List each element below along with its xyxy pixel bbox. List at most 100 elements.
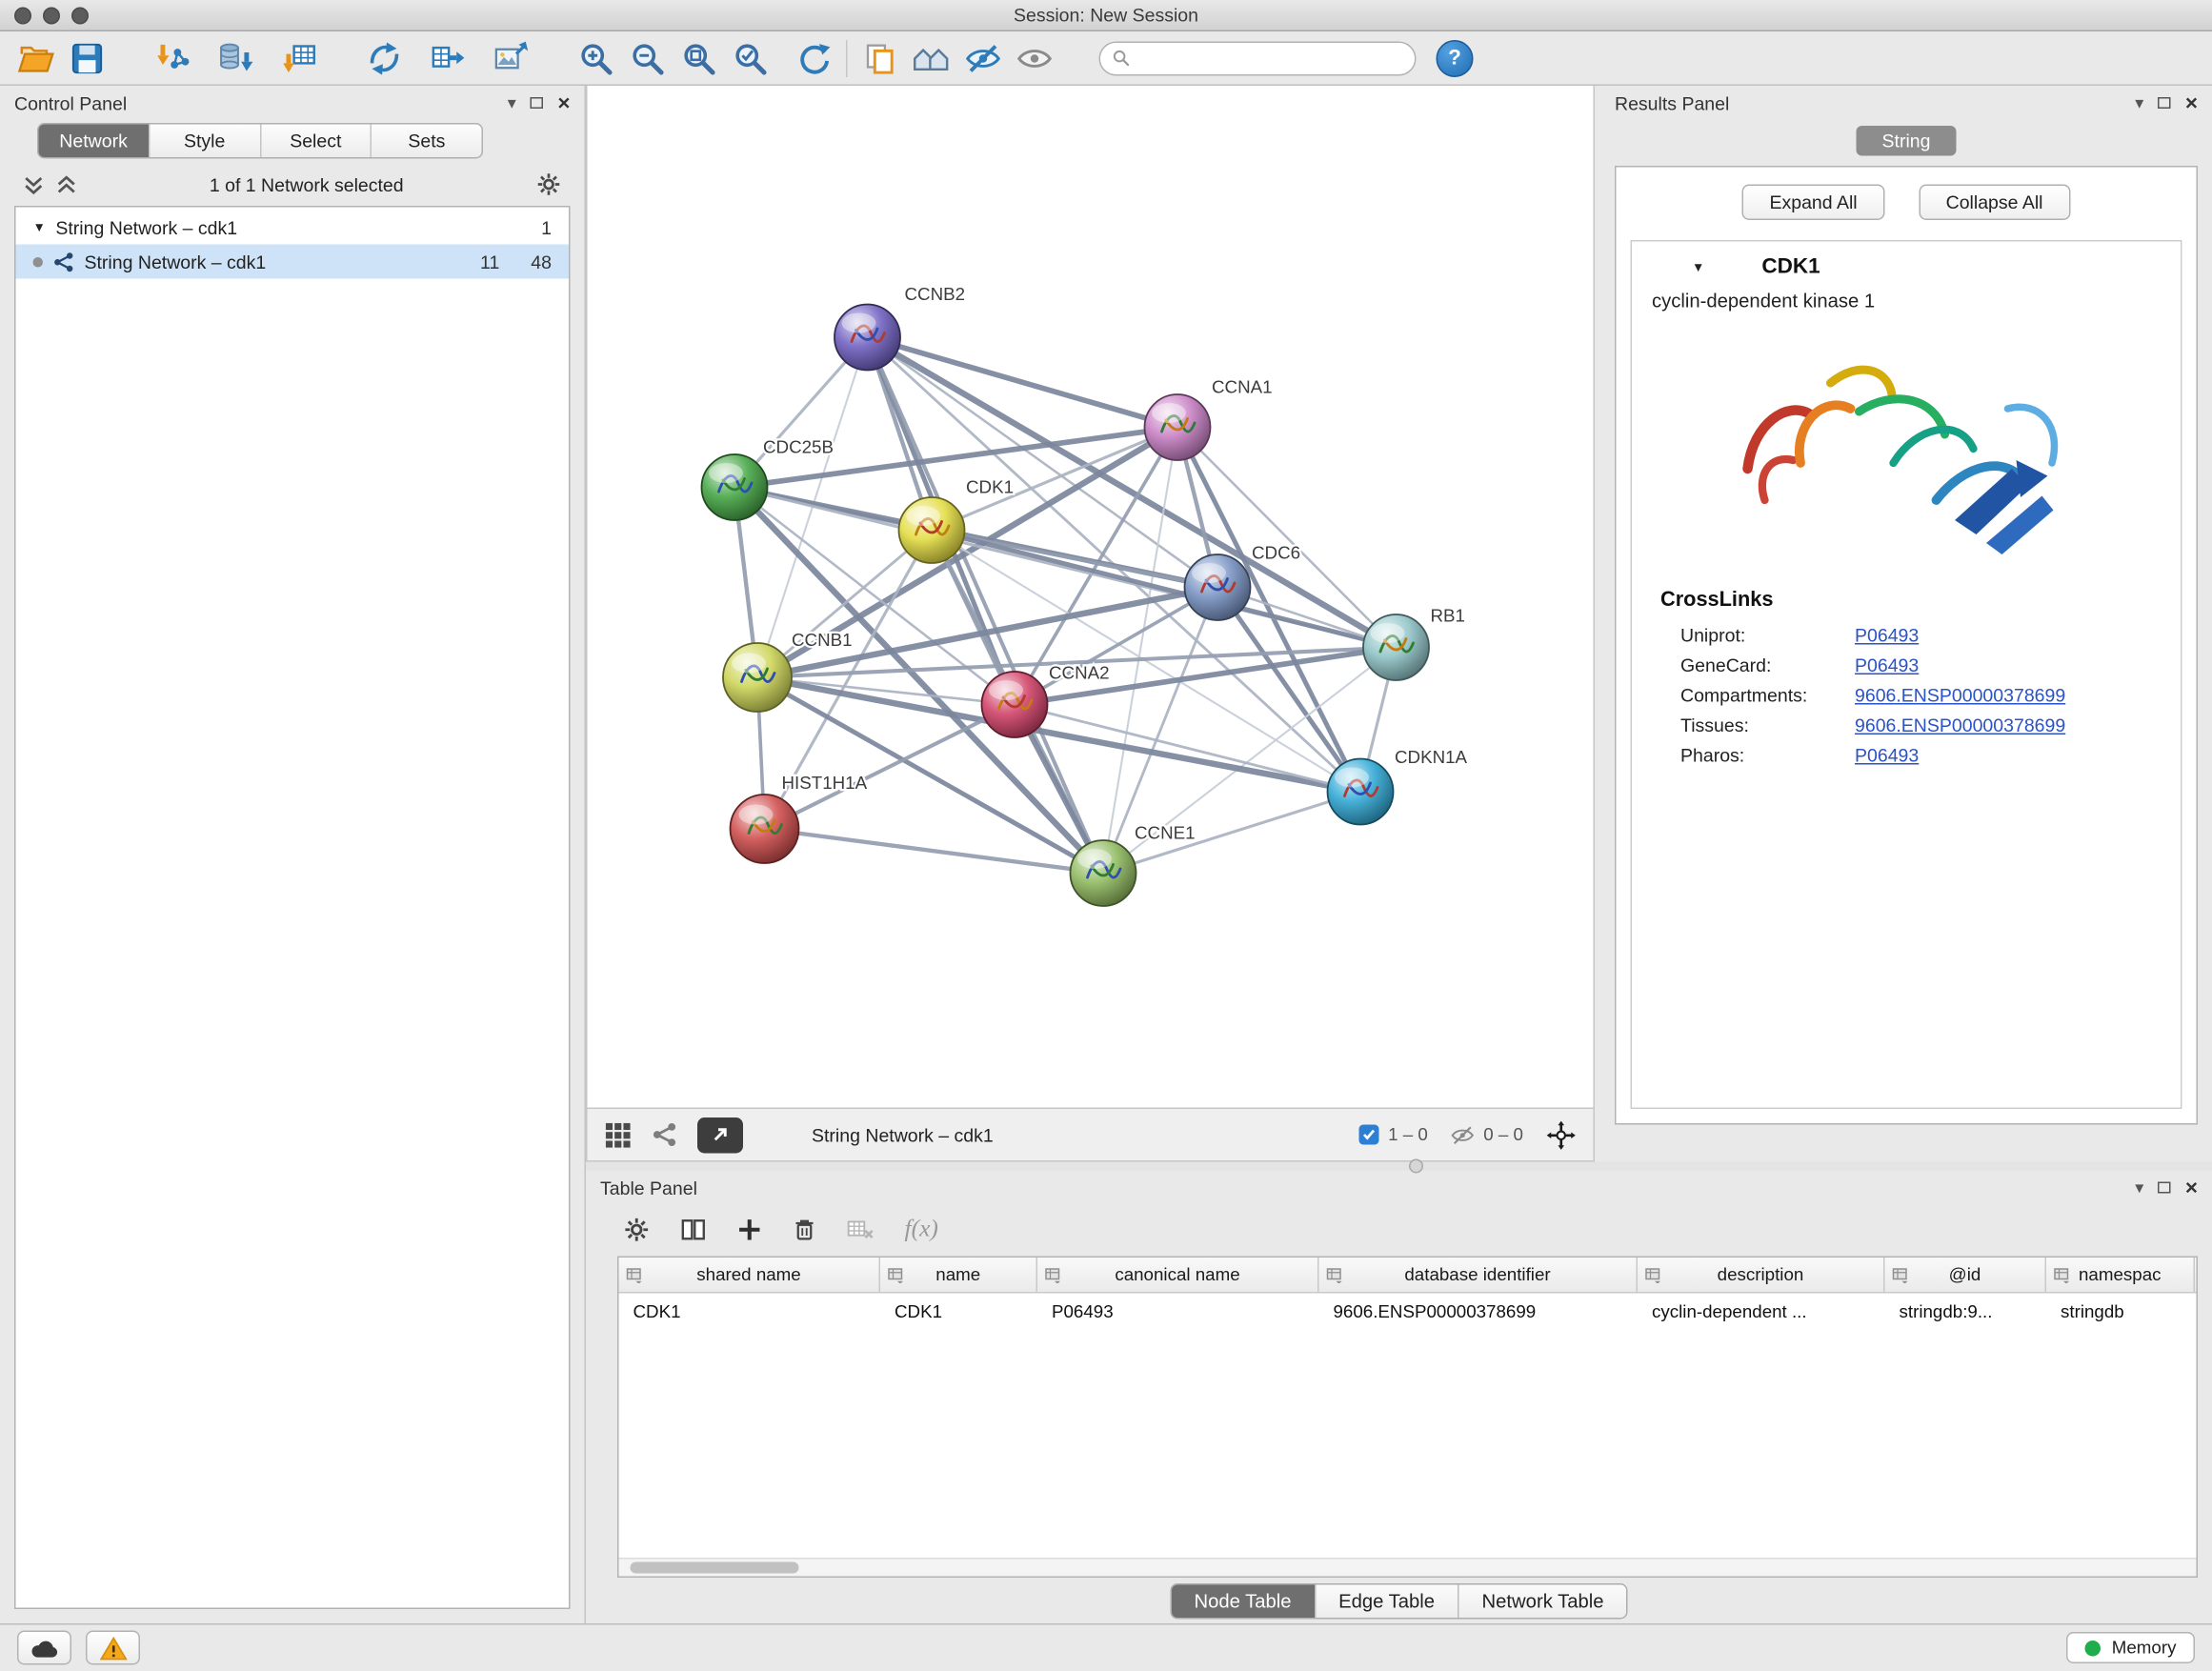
open-in-browser-button[interactable]	[697, 1117, 743, 1153]
table-gear-icon[interactable]	[623, 1216, 651, 1243]
panel-float-icon[interactable]	[2158, 1182, 2171, 1194]
gear-icon[interactable]	[536, 171, 562, 197]
network-node-CCNE1[interactable]: CCNE1	[1071, 823, 1196, 907]
split-columns-icon[interactable]	[679, 1216, 708, 1243]
column-header-shared-name[interactable]: shared name	[619, 1258, 881, 1292]
close-window-button[interactable]	[14, 8, 31, 25]
protein-description: cyclin-dependent kinase 1	[1632, 291, 2181, 312]
network-edge-HIST1H1A-CCNE1[interactable]	[765, 829, 1104, 874]
network-edge-CCNB2-RB1[interactable]	[868, 337, 1397, 648]
tab-style[interactable]: Style	[150, 125, 261, 158]
column-header-namespac[interactable]: namespac	[2046, 1258, 2195, 1292]
panel-menu-icon[interactable]: ▾	[2135, 94, 2143, 111]
panel-menu-icon[interactable]: ▾	[508, 94, 516, 111]
network-node-HIST1H1A[interactable]: HIST1H1A	[731, 773, 868, 863]
share-network-icon[interactable]	[652, 1122, 677, 1148]
clone-network-icon[interactable]	[363, 36, 406, 79]
crosslink-link[interactable]: P06493	[1855, 745, 1919, 767]
column-header--id[interactable]: @id	[1885, 1258, 2047, 1292]
expand-all-icon[interactable]	[56, 173, 78, 195]
panel-float-icon[interactable]	[531, 97, 544, 109]
tab-node-table[interactable]: Node Table	[1171, 1584, 1316, 1618]
tree-expand-icon[interactable]: ▼	[33, 220, 46, 234]
tab-network-table[interactable]: Network Table	[1459, 1584, 1627, 1618]
minimize-window-button[interactable]	[43, 8, 60, 25]
selection-checkbox-icon[interactable]	[1359, 1125, 1379, 1145]
maximize-window-button[interactable]	[71, 8, 89, 25]
network-title: String Network – cdk1	[812, 1124, 994, 1146]
tab-select[interactable]: Select	[261, 125, 372, 158]
network-node-CCNB1[interactable]: CCNB1	[723, 630, 853, 712]
search-input[interactable]	[1139, 48, 1404, 68]
collapse-all-button[interactable]: Collapse All	[1919, 185, 2070, 221]
import-network-database-icon[interactable]	[214, 36, 257, 79]
crosslink-link[interactable]: 9606.ENSP00000378699	[1855, 685, 2065, 707]
network-node-CCNA2[interactable]: CCNA2	[982, 663, 1110, 738]
zoom-out-icon[interactable]	[626, 36, 669, 79]
pan-crosshair-icon[interactable]	[1546, 1119, 1577, 1150]
network-collection-row[interactable]: ▼ String Network – cdk1 1	[16, 211, 570, 245]
zoom-in-icon[interactable]	[574, 36, 617, 79]
splitter-knob[interactable]	[1409, 1159, 1423, 1174]
tab-edge-table[interactable]: Edge Table	[1316, 1584, 1458, 1618]
refresh-view-icon[interactable]	[792, 36, 835, 79]
collapse-section-icon[interactable]: ▼	[1692, 259, 1704, 273]
network-row[interactable]: String Network – cdk1 11 48	[16, 245, 570, 279]
collapse-all-icon[interactable]	[23, 173, 45, 195]
column-header-database-identifier[interactable]: database identifier	[1319, 1258, 1639, 1292]
zoom-fit-icon[interactable]	[677, 36, 720, 79]
crosslink-label: GeneCard:	[1680, 654, 1855, 676]
panel-close-icon[interactable]: ×	[2185, 1176, 2198, 1200]
column-header-name[interactable]: name	[880, 1258, 1037, 1292]
birdseye-grid-icon[interactable]	[605, 1121, 633, 1149]
panel-float-icon[interactable]	[2158, 97, 2171, 109]
warning-button[interactable]	[86, 1631, 140, 1665]
add-column-icon[interactable]	[736, 1216, 764, 1243]
panel-close-icon[interactable]: ×	[2185, 91, 2198, 115]
network-node-RB1[interactable]: RB1	[1363, 606, 1465, 681]
table-row[interactable]: CDK1CDK1P064939606.ENSP00000378699cyclin…	[619, 1294, 2197, 1330]
export-image-icon[interactable]	[489, 36, 532, 79]
import-network-file-icon[interactable]	[151, 36, 194, 79]
network-edge-CCNB2-CCNA1[interactable]	[868, 337, 1178, 428]
current-network-dot	[33, 256, 44, 267]
cloud-button[interactable]	[17, 1631, 71, 1665]
memory-button[interactable]: Memory	[2066, 1632, 2195, 1663]
panel-close-icon[interactable]: ×	[557, 91, 570, 115]
network-selection-summary: 1 of 1 Network selected	[89, 173, 525, 195]
network-edge-CCNA2-HIST1H1A[interactable]	[765, 705, 1016, 830]
eye-icon[interactable]	[1014, 36, 1056, 79]
crosslink-link[interactable]: P06493	[1855, 625, 1919, 647]
tab-network[interactable]: Network	[39, 125, 151, 158]
zoom-selected-icon[interactable]	[729, 36, 772, 79]
edge-layer	[734, 337, 1397, 874]
open-session-icon[interactable]	[14, 36, 57, 79]
scrollbar-thumb[interactable]	[631, 1562, 799, 1574]
crosslink-link[interactable]: P06493	[1855, 654, 1919, 676]
network-from-table-icon[interactable]	[426, 36, 469, 79]
delete-column-icon[interactable]	[792, 1216, 817, 1243]
network-edge-CCNB2-CCNE1[interactable]	[868, 337, 1104, 874]
string-network-icon	[53, 251, 75, 272]
column-header-canonical-name[interactable]: canonical name	[1037, 1258, 1319, 1292]
eye-slash-icon[interactable]	[962, 36, 1005, 79]
import-table-file-icon[interactable]	[277, 36, 320, 79]
column-header-description[interactable]: description	[1638, 1258, 1885, 1292]
network-node-CDKN1A[interactable]: CDKN1A	[1328, 747, 1468, 825]
save-session-icon[interactable]	[66, 36, 109, 79]
network-canvas[interactable]: CCNB2CCNA1CDC25BCDK1CDC6RB1CCNB1CCNA2CDK…	[588, 86, 1594, 1108]
hidden-eye-icon[interactable]	[1451, 1122, 1476, 1147]
panel-menu-icon[interactable]: ▾	[2135, 1179, 2143, 1197]
network-node-CCNA1[interactable]: CCNA1	[1145, 377, 1273, 460]
houses-icon[interactable]	[911, 36, 954, 79]
node-label-CDC25B: CDC25B	[763, 437, 834, 457]
horizontal-splitter[interactable]	[586, 1162, 2212, 1171]
pages-icon[interactable]	[859, 36, 902, 79]
tab-string[interactable]: String	[1857, 125, 1957, 155]
expand-all-button[interactable]: Expand All	[1742, 185, 1884, 221]
tab-sets[interactable]: Sets	[372, 125, 481, 158]
toolbar-search[interactable]	[1099, 41, 1417, 75]
help-icon[interactable]: ?	[1437, 39, 1474, 76]
crosslink-link[interactable]: 9606.ENSP00000378699	[1855, 715, 2065, 736]
table-horizontal-scrollbar[interactable]	[619, 1558, 2197, 1577]
